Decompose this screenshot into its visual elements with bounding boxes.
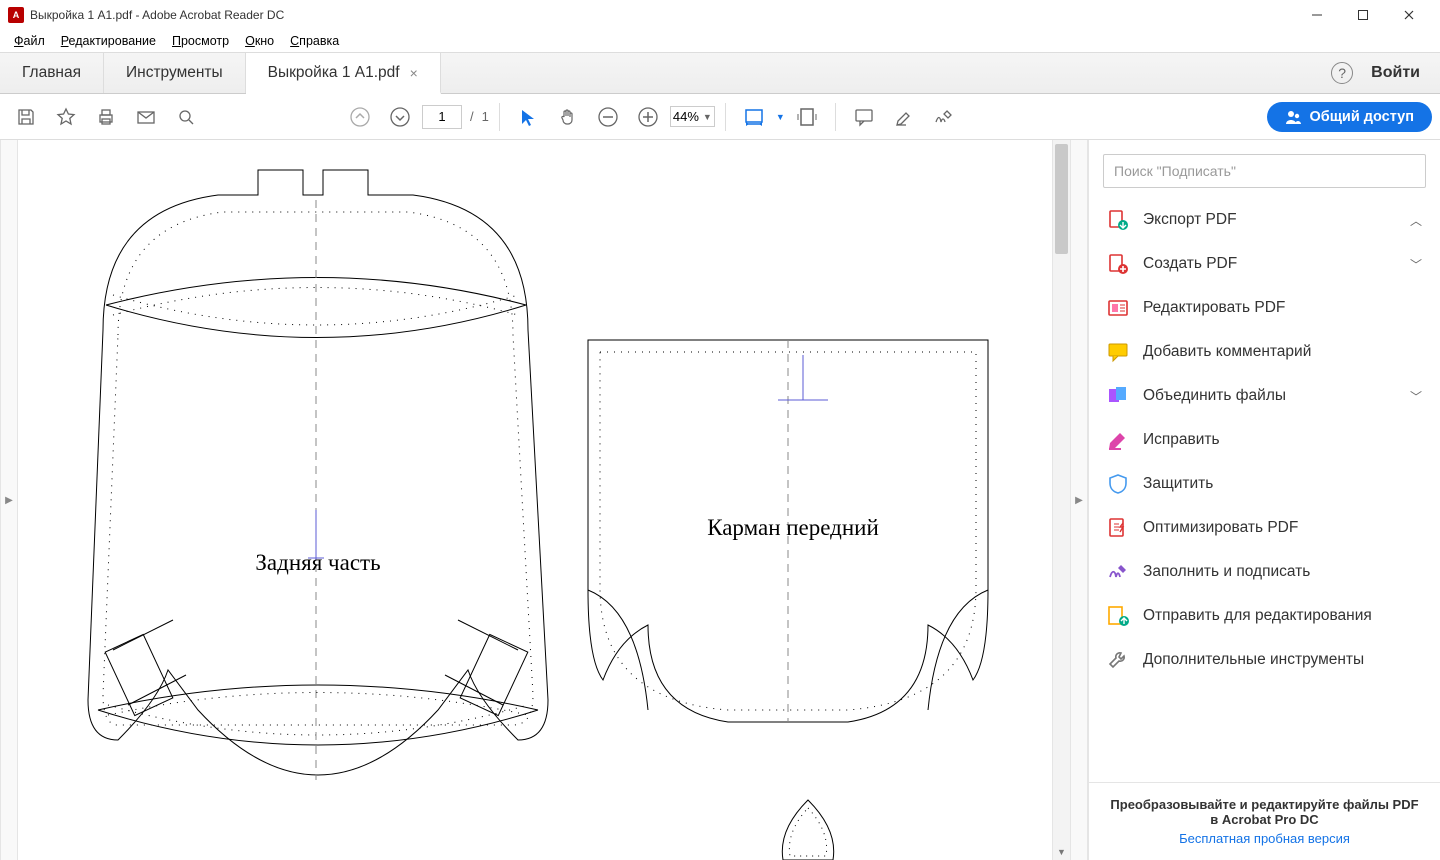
menu-window[interactable]: Окно [237, 32, 282, 50]
save-icon[interactable] [8, 99, 44, 135]
send-review-icon [1107, 605, 1129, 627]
optimize-icon [1107, 517, 1129, 539]
tool-protect[interactable]: Защитить [1089, 462, 1440, 506]
app-icon: A [8, 7, 24, 23]
sidebar-footer: Преобразовывайте и редактируйте файлы PD… [1089, 782, 1440, 860]
left-panel-handle[interactable]: ▶ [0, 140, 18, 860]
tabs-row: Главная Инструменты Выкройка 1 А1.pdf × … [0, 52, 1440, 94]
window-title: Выкройка 1 А1.pdf - Adobe Acrobat Reader… [30, 8, 1294, 22]
wrench-icon [1107, 649, 1129, 671]
chevron-down-icon: ﹀ [1410, 388, 1422, 405]
chevron-down-icon: ﹀ [1410, 256, 1422, 273]
right-panel-handle[interactable]: ▶ [1070, 140, 1088, 860]
label-back: Задняя часть [255, 550, 380, 575]
page-sep: / [466, 109, 478, 124]
pointer-icon[interactable] [510, 99, 546, 135]
zoom-out-icon[interactable] [590, 99, 626, 135]
shield-icon [1107, 473, 1129, 495]
toolbar: / 1 44%▼ ▼ Общий доступ [0, 94, 1440, 140]
tool-redact[interactable]: Исправить [1089, 418, 1440, 462]
scroll-thumb[interactable] [1055, 144, 1068, 254]
minimize-button[interactable] [1294, 0, 1340, 30]
find-icon[interactable] [168, 99, 204, 135]
tool-fill-sign[interactable]: Заполнить и подписать [1089, 550, 1440, 594]
share-button[interactable]: Общий доступ [1267, 102, 1432, 132]
page-down-icon[interactable] [382, 99, 418, 135]
footer-promo-text: Преобразовывайте и редактируйте файлы PD… [1107, 797, 1422, 827]
combine-icon [1107, 385, 1129, 407]
tool-combine[interactable]: Объединить файлы﹀ [1089, 374, 1440, 418]
page-up-icon[interactable] [342, 99, 378, 135]
create-pdf-icon [1107, 253, 1129, 275]
search-input[interactable]: Поиск "Подписать" [1103, 154, 1426, 188]
document-page[interactable]: Задняя часть Карман передний [18, 140, 1052, 860]
highlight-icon[interactable] [886, 99, 922, 135]
menu-view[interactable]: Просмотр [164, 32, 237, 50]
tab-tools[interactable]: Инструменты [104, 53, 246, 93]
comment-tool-icon [1107, 341, 1129, 363]
tool-optimize[interactable]: Оптимизировать PDF [1089, 506, 1440, 550]
star-icon[interactable] [48, 99, 84, 135]
main-area: ▶ [0, 140, 1440, 860]
tool-edit-pdf[interactable]: Редактировать PDF [1089, 286, 1440, 330]
maximize-button[interactable] [1340, 0, 1386, 30]
tool-export-pdf[interactable]: Экспорт PDF︿ [1089, 198, 1440, 242]
free-trial-link[interactable]: Бесплатная пробная версия [1107, 831, 1422, 846]
close-button[interactable] [1386, 0, 1432, 30]
edit-pdf-icon [1107, 297, 1129, 319]
fit-page-icon[interactable] [789, 99, 825, 135]
document-area: Задняя часть Карман передний [18, 140, 1070, 860]
tab-document[interactable]: Выкройка 1 А1.pdf × [246, 53, 441, 94]
menu-help[interactable]: Справка [282, 32, 347, 50]
tools-sidebar: Поиск "Подписать" Экспорт PDF︿ Создать P… [1088, 140, 1440, 860]
export-pdf-icon [1107, 209, 1129, 231]
share-people-icon [1285, 109, 1301, 125]
sign-icon[interactable] [926, 99, 962, 135]
mail-icon[interactable] [128, 99, 164, 135]
fill-sign-icon [1107, 561, 1129, 583]
tools-list: Экспорт PDF︿ Создать PDF﹀ Редактировать … [1089, 198, 1440, 682]
comment-icon[interactable] [846, 99, 882, 135]
page-number-input[interactable] [422, 105, 462, 129]
window-controls [1294, 0, 1432, 30]
help-icon[interactable]: ? [1331, 62, 1353, 84]
zoom-in-icon[interactable] [630, 99, 666, 135]
fit-width-icon[interactable] [736, 99, 772, 135]
window-titlebar: A Выкройка 1 А1.pdf - Adobe Acrobat Read… [0, 0, 1440, 30]
redact-icon [1107, 429, 1129, 451]
menubar: Файл Редактирование Просмотр Окно Справк… [0, 30, 1440, 52]
close-tab-icon[interactable]: × [410, 65, 418, 81]
tool-comment[interactable]: Добавить комментарий [1089, 330, 1440, 374]
signin-button[interactable]: Войти [1371, 64, 1420, 82]
zoom-select[interactable]: 44%▼ [670, 106, 715, 127]
menu-edit[interactable]: Редактирование [53, 32, 164, 50]
tool-send-review[interactable]: Отправить для редактирования [1089, 594, 1440, 638]
tool-more[interactable]: Дополнительные инструменты [1089, 638, 1440, 682]
tool-create-pdf[interactable]: Создать PDF﹀ [1089, 242, 1440, 286]
label-pocket: Карман передний [707, 515, 879, 540]
hand-icon[interactable] [550, 99, 586, 135]
print-icon[interactable] [88, 99, 124, 135]
scroll-down-icon[interactable]: ▼ [1053, 844, 1070, 860]
page-total: 1 [482, 109, 489, 124]
menu-file[interactable]: Файл [6, 32, 53, 50]
tab-home[interactable]: Главная [0, 53, 104, 93]
vertical-scrollbar[interactable]: ▲ ▼ [1052, 140, 1070, 860]
chevron-up-icon: ︿ [1410, 212, 1422, 229]
